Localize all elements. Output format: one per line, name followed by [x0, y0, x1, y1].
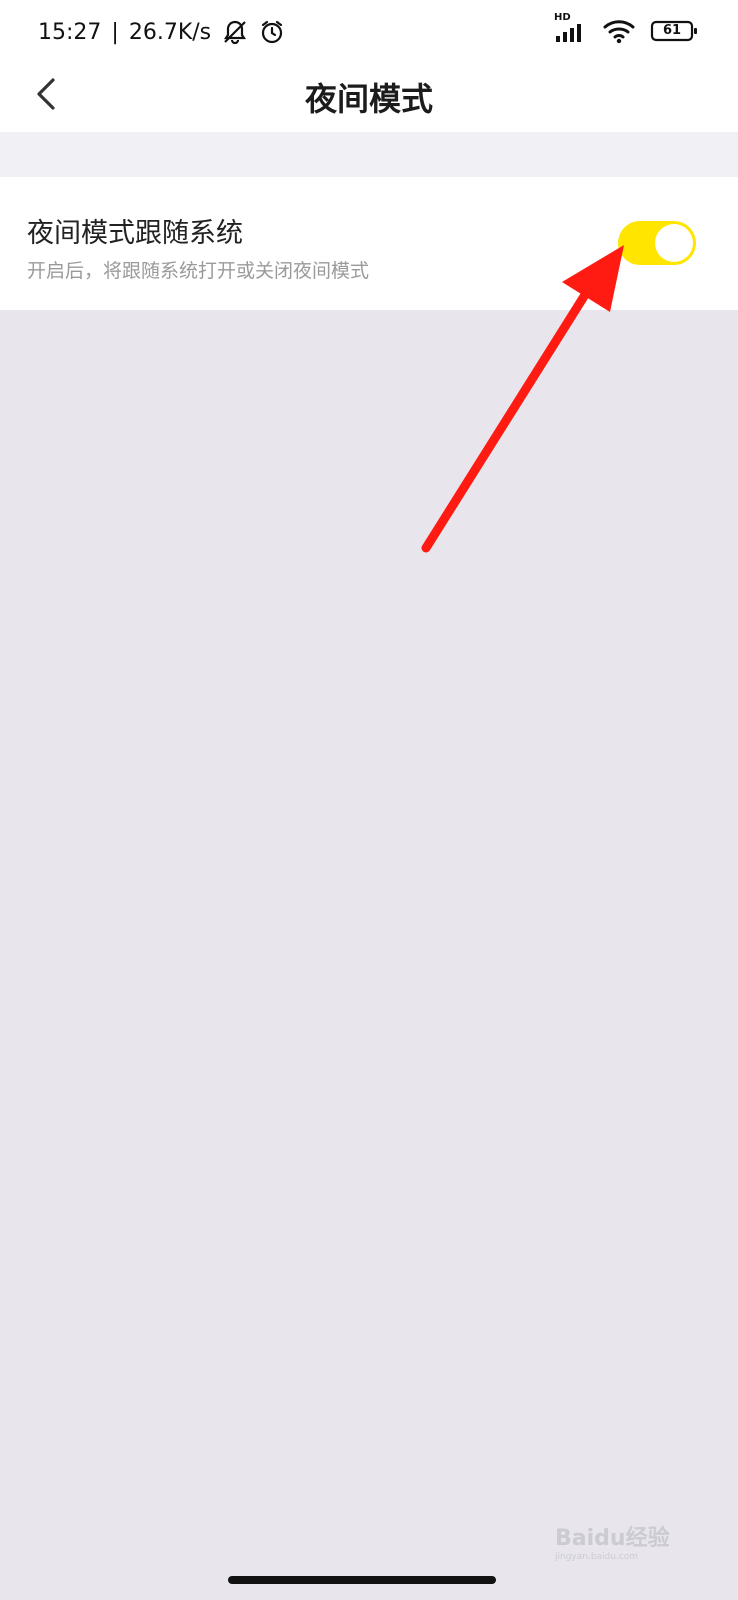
- alarm-icon: [259, 19, 285, 45]
- setting-title: 夜间模式跟随系统: [27, 218, 243, 249]
- follow-system-toggle[interactable]: [618, 221, 696, 265]
- screen: 15:27 | 26.7K/s HD 61 夜间模式 夜间模式跟随系统 开启后，…: [0, 0, 738, 1600]
- header: 夜间模式: [0, 62, 738, 132]
- home-indicator[interactable]: [228, 1576, 496, 1584]
- toggle-knob: [655, 224, 693, 262]
- watermark-logo: Baidu经验 jingyan.baidu.com: [555, 1520, 695, 1564]
- status-left: 15:27 | 26.7K/s: [38, 18, 285, 46]
- page-title: 夜间模式: [304, 80, 433, 118]
- setting-description: 开启后，将跟随系统打开或关闭夜间模式: [27, 260, 370, 282]
- status-right: HD 61: [554, 12, 698, 44]
- status-time: 15:27: [38, 19, 102, 45]
- bell-off-icon: [221, 18, 249, 46]
- status-net-speed: 26.7K/s: [128, 19, 212, 45]
- section-gap: [0, 132, 738, 177]
- watermark-subtext: jingyan.baidu.com: [555, 1552, 639, 1562]
- watermark-text: Baidu经验: [555, 1526, 670, 1551]
- battery-level: 61: [662, 23, 682, 38]
- status-bar: 15:27 | 26.7K/s HD 61: [0, 0, 738, 62]
- hd-signal-icon: HD: [554, 12, 588, 44]
- battery-icon: 61: [650, 19, 698, 43]
- status-separator: |: [111, 19, 119, 45]
- setting-row-follow-system[interactable]: 夜间模式跟随系统 开启后，将跟随系统打开或关闭夜间模式: [0, 177, 738, 310]
- hd-label: HD: [554, 12, 571, 23]
- wifi-icon: [602, 18, 636, 44]
